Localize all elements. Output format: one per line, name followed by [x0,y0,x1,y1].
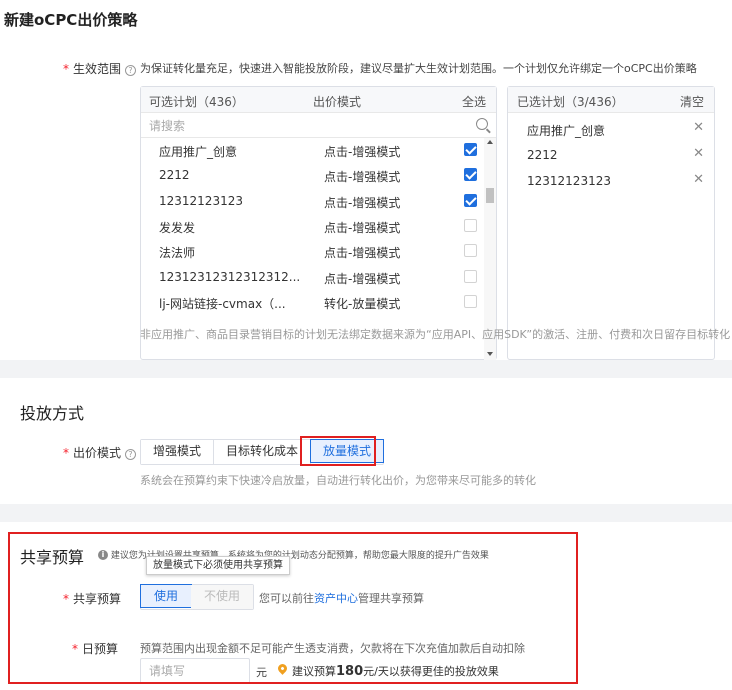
plan-name: 2212 [159,168,190,183]
bid-mode-label: * 出价模式? [63,444,137,461]
plan-bid-mode: 点击-增强模式 [324,170,401,185]
scroll-down-arrow-icon[interactable] [487,352,493,356]
help-icon[interactable]: ? [125,449,137,460]
budget-section-highlight [8,532,578,684]
plan-bid-mode: 点击-增强模式 [324,195,401,210]
plan-checkbox[interactable] [464,294,477,308]
selected-plans-title: 已选计划（3/436） [517,95,624,109]
plan-name: 法法师 [159,246,196,261]
delivery-section-title: 投放方式 [20,404,85,423]
select-all-link[interactable]: 全选 [462,93,486,110]
bid-mode-column-header: 出价模式 [313,95,362,109]
available-plans-title: 可选计划（436） [149,95,244,109]
remove-icon[interactable]: ✕ [693,120,704,135]
help-icon[interactable]: ? [125,65,137,76]
mode-enhanced-button[interactable]: 增强模式 [141,440,215,464]
plan-name: 发发发 [159,220,196,235]
plan-checkbox[interactable] [464,244,477,258]
plan-row[interactable]: 12312312312312312... 点击-增强模式 [141,265,481,290]
selected-plan-row: 应用推广_创意 ✕ [508,116,714,142]
plan-name: 应用推广_创意 [159,145,238,159]
plan-row[interactable]: 应用推广_创意 点击-增强模式 [141,138,481,163]
plan-name: 12312123123 [159,193,243,208]
selected-plan-name: 2212 [527,148,558,162]
plan-bid-mode: 点击-增强模式 [324,271,401,286]
plan-name: lj-网站链接-cvmax（... [159,296,286,311]
volume-mode-highlight [300,436,376,466]
plan-bid-mode: 点击-增强模式 [324,145,401,159]
remove-icon[interactable]: ✕ [693,172,704,187]
selected-plans-panel: 已选计划（3/436） 清空 应用推广_创意 ✕ 2212 ✕ 12312123123 ✕ [507,86,715,360]
plan-checkbox[interactable] [464,143,477,156]
scope-label: * 生效范围? [63,60,137,77]
plan-search-input[interactable] [149,117,459,134]
remove-icon[interactable]: ✕ [693,146,704,161]
scroll-up-arrow-icon[interactable] [487,140,493,144]
selected-plan-row: 12312123123 ✕ [508,168,714,194]
available-plans-panel: 可选计划（436） 出价模式 全选 应用推广_创意点击-增强模式2212点击-增… [140,86,497,360]
scope-description: 为保证转化量充足，快速进入智能投放阶段，建议尽量扩大生效计划范围。一个计划仅允许… [140,62,697,75]
plan-checkbox[interactable] [464,218,477,232]
search-row [141,113,496,138]
plan-checkbox[interactable] [464,193,477,207]
plan-row[interactable]: lj-网站链接-cvmax（... 转化-放量模式 [141,290,481,315]
selected-plans-header: 已选计划（3/436） 清空 [508,87,714,113]
plan-row[interactable]: 发发发 点击-增强模式 [141,214,481,239]
scope-card: * 生效范围? 为保证转化量充足，快速进入智能投放阶段，建议尽量扩大生效计划范围。… [0,40,732,360]
clear-link[interactable]: 清空 [680,93,704,110]
plan-row[interactable]: 12312123123 点击-增强模式 [141,189,481,214]
plan-checkbox[interactable] [464,168,477,182]
plan-name: 12312312312312312... [159,269,301,284]
title-bar: 新建oCPC出价策略 [0,0,732,40]
available-plans-header: 可选计划（436） 出价模式 全选 [141,87,496,113]
scroll-thumb[interactable] [486,188,494,203]
plan-bid-mode: 点击-增强模式 [324,220,401,235]
delivery-hint: 系统会在预算约束下快速冷启放量，自动进行转化出价，为您带来尽可能多的转化 [140,474,536,487]
search-icon[interactable] [476,118,488,130]
selected-plan-name: 应用推广_创意 [527,124,606,138]
plan-bid-mode: 转化-放量模式 [324,296,401,311]
selected-plan-name: 12312123123 [527,174,611,188]
plan-row[interactable]: 法法师 点击-增强模式 [141,239,481,264]
plan-checkbox[interactable] [464,269,477,283]
plan-bid-mode: 点击-增强模式 [324,246,401,261]
page-title: 新建oCPC出价策略 [4,11,138,29]
scope-footnote: 非应用推广、商品目录营销目标的计划无法绑定数据来源为“应用API、应用SDK”的… [140,328,731,341]
mode-target-cost-button[interactable]: 目标转化成本 [214,440,312,464]
plan-row[interactable]: 2212 点击-增强模式 [141,163,481,188]
selected-plan-row: 2212 ✕ [508,142,714,168]
